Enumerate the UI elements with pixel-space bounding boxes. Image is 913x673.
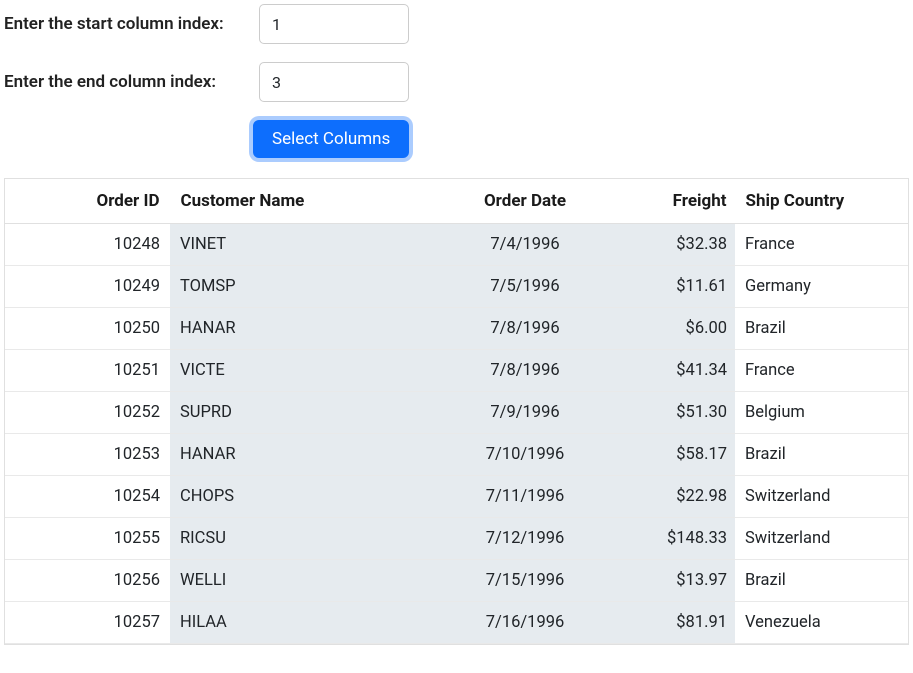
grid-scroll-area[interactable]: 10248VINET7/4/1996$32.38France10249TOMSP… xyxy=(5,224,908,644)
cell-freight: $32.38 xyxy=(610,224,735,266)
cell-freight: $13.97 xyxy=(610,560,735,602)
cell-country: Germany xyxy=(735,266,908,308)
controls-panel: Enter the start column index: Enter the … xyxy=(4,4,909,158)
cell-country: Switzerland xyxy=(735,476,908,518)
grid-header: Order IDCustomer NameOrder DateFreightSh… xyxy=(5,179,908,224)
cell-freight: $58.17 xyxy=(610,434,735,476)
column-header-date[interactable]: Order Date xyxy=(440,179,610,223)
cell-date: 7/12/1996 xyxy=(440,518,610,560)
cell-date: 7/8/1996 xyxy=(440,350,610,392)
cell-orderId: 10252 xyxy=(5,392,170,434)
table-row[interactable]: 10252SUPRD7/9/1996$51.30Belgium xyxy=(5,392,908,434)
cell-freight: $148.33 xyxy=(610,518,735,560)
cell-orderId: 10256 xyxy=(5,560,170,602)
cell-country: Belgium xyxy=(735,392,908,434)
end-index-input[interactable] xyxy=(259,62,409,102)
cell-orderId: 10248 xyxy=(5,224,170,266)
end-index-label: Enter the end column index: xyxy=(4,72,259,92)
cell-customer: HILAA xyxy=(170,602,440,644)
cell-customer: RICSU xyxy=(170,518,440,560)
cell-date: 7/10/1996 xyxy=(440,434,610,476)
cell-country: Brazil xyxy=(735,434,908,476)
cell-customer: SUPRD xyxy=(170,392,440,434)
cell-customer: HANAR xyxy=(170,308,440,350)
cell-orderId: 10250 xyxy=(5,308,170,350)
cell-customer: HANAR xyxy=(170,434,440,476)
cell-customer: WELLI xyxy=(170,560,440,602)
cell-date: 7/5/1996 xyxy=(440,266,610,308)
cell-freight: $81.91 xyxy=(610,602,735,644)
cell-orderId: 10253 xyxy=(5,434,170,476)
cell-customer: TOMSP xyxy=(170,266,440,308)
cell-customer: VICTE xyxy=(170,350,440,392)
start-index-input[interactable] xyxy=(259,4,409,44)
cell-country: Switzerland xyxy=(735,518,908,560)
table-row[interactable]: 10249TOMSP7/5/1996$11.61Germany xyxy=(5,266,908,308)
cell-orderId: 10249 xyxy=(5,266,170,308)
cell-freight: $41.34 xyxy=(610,350,735,392)
cell-country: Venezuela xyxy=(735,602,908,644)
cell-country: France xyxy=(735,224,908,266)
table-row[interactable]: 10250HANAR7/8/1996$6.00Brazil xyxy=(5,308,908,350)
cell-date: 7/4/1996 xyxy=(440,224,610,266)
cell-date: 7/11/1996 xyxy=(440,476,610,518)
cell-orderId: 10254 xyxy=(5,476,170,518)
start-index-row: Enter the start column index: xyxy=(4,4,909,44)
table-row[interactable]: 10257HILAA7/16/1996$81.91Venezuela xyxy=(5,602,908,644)
table-row[interactable]: 10254CHOPS7/11/1996$22.98Switzerland xyxy=(5,476,908,518)
cell-country: France xyxy=(735,350,908,392)
cell-customer: CHOPS xyxy=(170,476,440,518)
cell-country: Brazil xyxy=(735,308,908,350)
table-row[interactable]: 10251VICTE7/8/1996$41.34France xyxy=(5,350,908,392)
select-columns-button[interactable]: Select Columns xyxy=(253,120,409,158)
cell-date: 7/8/1996 xyxy=(440,308,610,350)
cell-orderId: 10251 xyxy=(5,350,170,392)
column-header-country[interactable]: Ship Country xyxy=(735,179,892,223)
column-header-customer[interactable]: Customer Name xyxy=(170,179,440,223)
table-row[interactable]: 10248VINET7/4/1996$32.38France xyxy=(5,224,908,266)
cell-freight: $6.00 xyxy=(610,308,735,350)
table-row[interactable]: 10255RICSU7/12/1996$148.33Switzerland xyxy=(5,518,908,560)
table-row[interactable]: 10256WELLI7/15/1996$13.97Brazil xyxy=(5,560,908,602)
cell-freight: $51.30 xyxy=(610,392,735,434)
column-header-freight[interactable]: Freight xyxy=(610,179,735,223)
button-row: Select Columns xyxy=(253,120,909,158)
cell-country: Brazil xyxy=(735,560,908,602)
cell-orderId: 10255 xyxy=(5,518,170,560)
cell-freight: $11.61 xyxy=(610,266,735,308)
cell-freight: $22.98 xyxy=(610,476,735,518)
cell-orderId: 10257 xyxy=(5,602,170,644)
start-index-label: Enter the start column index: xyxy=(4,14,259,34)
cell-date: 7/16/1996 xyxy=(440,602,610,644)
cell-date: 7/9/1996 xyxy=(440,392,610,434)
cell-customer: VINET xyxy=(170,224,440,266)
table-row[interactable]: 10253HANAR7/10/1996$58.17Brazil xyxy=(5,434,908,476)
end-index-row: Enter the end column index: xyxy=(4,62,909,102)
column-header-orderId[interactable]: Order ID xyxy=(5,179,170,223)
cell-date: 7/15/1996 xyxy=(440,560,610,602)
data-grid: Order IDCustomer NameOrder DateFreightSh… xyxy=(4,178,909,645)
